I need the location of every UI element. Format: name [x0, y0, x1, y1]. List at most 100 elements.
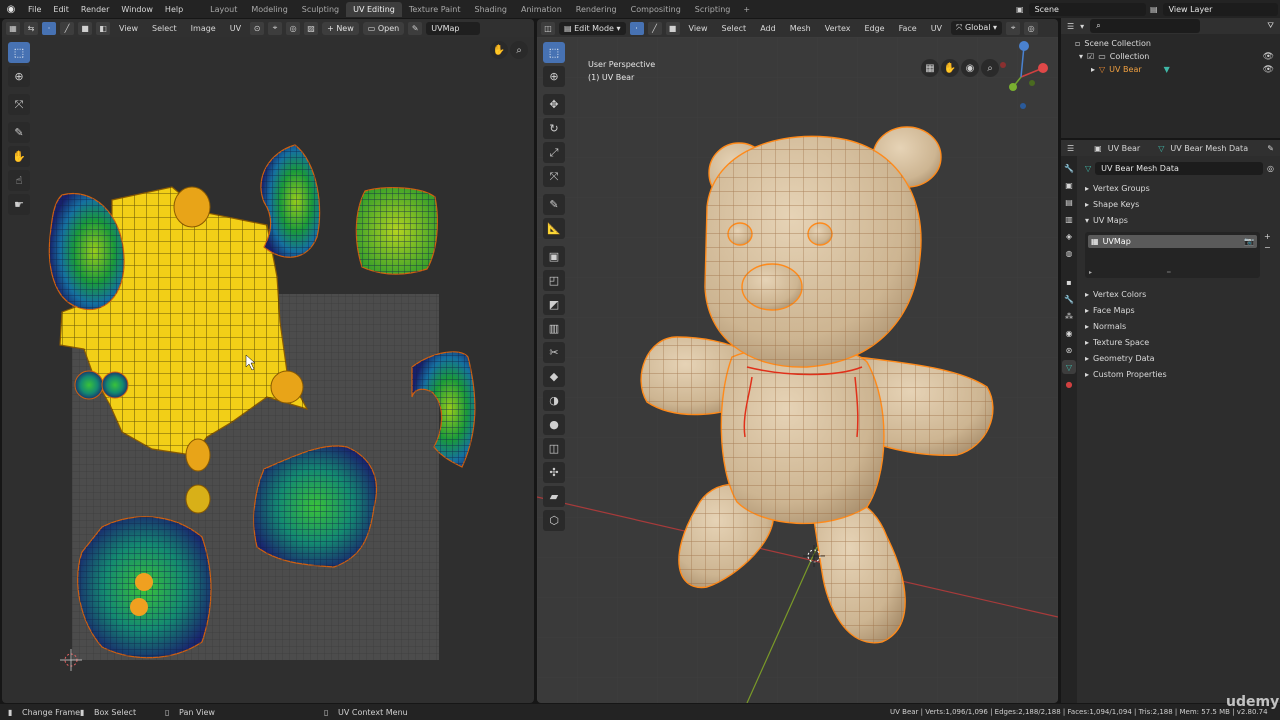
modifier-tab-icon[interactable]: 🔧 [1062, 292, 1076, 306]
scene-selector[interactable]: ▣ Scene [1016, 2, 1146, 16]
outliner-collection[interactable]: ▾ ☑ ▭ Collection 👁 [1061, 50, 1280, 63]
vp-hand-icon[interactable]: ✋ [941, 59, 959, 77]
face-select-icon[interactable]: ■ [78, 21, 92, 35]
select-box-tool-icon[interactable]: ⬚ [8, 42, 30, 63]
pivot-icon[interactable]: ⊙ [250, 21, 265, 35]
viewport-editor-type-icon[interactable]: ◫ [541, 21, 555, 35]
shrink-tool-icon[interactable]: ✣ [543, 462, 565, 483]
snap-toggle-icon[interactable]: ⌖ [1006, 21, 1021, 35]
proportional-icon[interactable]: ◎ [286, 21, 301, 35]
collection-visibility-icon[interactable]: 👁 [1263, 52, 1274, 62]
rotate-tool-icon[interactable]: ↻ [543, 118, 565, 139]
vp-menu-uv[interactable]: UV [926, 24, 947, 33]
add-uv-map-button[interactable]: + [1264, 232, 1274, 241]
mesh-name-field[interactable]: UV Bear Mesh Data [1095, 161, 1264, 175]
outliner-filter-icon[interactable]: ▾ [1080, 22, 1084, 31]
cursor-tool-icon[interactable]: ⊕ [8, 66, 30, 87]
camera-render-icon[interactable]: 📷 [1244, 237, 1254, 246]
particles-tab-icon[interactable]: ⁂ [1062, 309, 1076, 323]
transform-tool-icon[interactable]: ⤧ [8, 94, 30, 115]
tab-animation[interactable]: Animation [514, 2, 569, 17]
view-layer-selector[interactable]: ▤ View Layer [1150, 2, 1278, 16]
viewport-proportional-icon[interactable]: ◎ [1024, 21, 1039, 35]
vp-menu-mesh[interactable]: Mesh [785, 24, 816, 33]
measure-tool-icon[interactable]: 📐 [543, 218, 565, 239]
inset-tool-icon[interactable]: ◰ [543, 270, 565, 291]
vp-select-tool-icon[interactable]: ⬚ [543, 42, 565, 63]
expand-arrow-icon[interactable]: ▾ [1079, 52, 1083, 61]
remove-uv-map-button[interactable]: − [1264, 243, 1274, 252]
panel-face-maps[interactable]: ▸ Face Maps [1085, 302, 1274, 318]
menu-file[interactable]: File [22, 5, 47, 14]
vertex-select-icon[interactable]: · [42, 21, 56, 35]
material-tab-icon[interactable]: ● [1062, 377, 1076, 391]
spin-tool-icon[interactable]: ◑ [543, 390, 565, 411]
pinch-tool-icon[interactable]: ☛ [8, 194, 30, 215]
tab-sculpting[interactable]: Sculpting [295, 2, 346, 17]
move-tool-icon[interactable]: ✥ [543, 94, 565, 115]
loop-cut-tool-icon[interactable]: ▥ [543, 318, 565, 339]
camera-view-icon[interactable]: ▦ [921, 59, 939, 77]
pin-properties-icon[interactable]: ✎ [1267, 144, 1274, 153]
vp-menu-vertex[interactable]: Vertex [820, 24, 856, 33]
editor-type-icon[interactable]: ▦ [6, 21, 20, 35]
bevel-tool-icon[interactable]: ◩ [543, 294, 565, 315]
menu-help[interactable]: Help [159, 5, 189, 14]
panel-texture-space[interactable]: ▸ Texture Space [1085, 334, 1274, 350]
vp-menu-view[interactable]: View [684, 24, 713, 33]
view-layer-tab-icon[interactable]: ▥ [1062, 212, 1076, 226]
vp-menu-add[interactable]: Add [755, 24, 781, 33]
open-image-button[interactable]: ▭ Open [362, 21, 405, 35]
grab-tool-icon[interactable]: ✋ [8, 146, 30, 167]
island-select-icon[interactable]: ◧ [96, 21, 110, 35]
panel-normals[interactable]: ▸ Normals [1085, 318, 1274, 334]
new-image-button[interactable]: + New [322, 21, 359, 35]
uv-menu-select[interactable]: Select [147, 24, 182, 33]
uv-map-item[interactable]: ▦ UVMap 📷 [1088, 235, 1257, 248]
panel-vertex-groups[interactable]: ▸ Vertex Groups [1085, 180, 1274, 196]
uvmap-field[interactable]: UVMap [426, 21, 481, 35]
menu-edit[interactable]: Edit [47, 5, 75, 14]
tab-uv-editing[interactable]: UV Editing [346, 1, 402, 17]
add-workspace-button[interactable]: + [737, 5, 756, 14]
vp-transform-tool-icon[interactable]: ⤧ [543, 166, 565, 187]
uv-menu-view[interactable]: View [114, 24, 143, 33]
pan-view-icon[interactable]: ✋ [490, 41, 508, 59]
tab-compositing[interactable]: Compositing [624, 2, 688, 17]
outliner-object-uv-bear[interactable]: ▸ ▽ UV Bear ▼ 👁 [1061, 63, 1280, 76]
output-tab-icon[interactable]: ▤ [1062, 195, 1076, 209]
fake-user-icon[interactable]: ◎ [1267, 164, 1274, 173]
world-tab-icon[interactable]: ◍ [1062, 246, 1076, 260]
orientation-selector[interactable]: ⤧ Global ▾ [951, 21, 1003, 35]
edge-slide-tool-icon[interactable]: ◫ [543, 438, 565, 459]
vp-menu-edge[interactable]: Edge [859, 24, 889, 33]
list-resize-icon[interactable]: ═ [1167, 269, 1171, 276]
uv-island-feet[interactable] [77, 516, 212, 659]
shear-tool-icon[interactable]: ▰ [543, 486, 565, 507]
zoom-view-icon[interactable]: ⌕ [510, 41, 528, 59]
panel-vertex-colors[interactable]: ▸ Vertex Colors [1085, 286, 1274, 302]
object-visibility-icon[interactable]: 👁 [1263, 65, 1274, 75]
mode-selector[interactable]: ▤ Edit Mode ▾ [559, 21, 626, 35]
tab-scripting[interactable]: Scripting [688, 2, 738, 17]
panel-uv-maps[interactable]: ▾ UV Maps [1085, 212, 1274, 228]
uv-menu-image[interactable]: Image [186, 24, 221, 33]
menu-window[interactable]: Window [115, 5, 159, 14]
vp-cursor-tool-icon[interactable]: ⊕ [543, 66, 565, 87]
render-tab-icon[interactable]: ▣ [1062, 178, 1076, 192]
panel-geometry-data[interactable]: ▸ Geometry Data [1085, 350, 1274, 366]
vp-zoom-icon[interactable]: ⌕ [981, 59, 999, 77]
tab-shading[interactable]: Shading [467, 2, 514, 17]
tool-tab-icon[interactable]: 🔧 [1062, 161, 1076, 175]
annotate-tool-icon[interactable]: ✎ [8, 122, 30, 143]
panel-shape-keys[interactable]: ▸ Shape Keys [1085, 196, 1274, 212]
pin-icon[interactable]: ✎ [408, 21, 423, 35]
menu-render[interactable]: Render [75, 5, 115, 14]
tab-rendering[interactable]: Rendering [569, 2, 624, 17]
uv-island-top-ear[interactable] [260, 144, 321, 258]
vp-menu-select[interactable]: Select [717, 24, 752, 33]
extrude-tool-icon[interactable]: ▣ [543, 246, 565, 267]
edge-mode-icon[interactable]: ╱ [647, 21, 662, 35]
scale-tool-icon[interactable]: ⤢ [543, 142, 565, 163]
sync-selection-icon[interactable]: ⇆ [24, 21, 38, 35]
